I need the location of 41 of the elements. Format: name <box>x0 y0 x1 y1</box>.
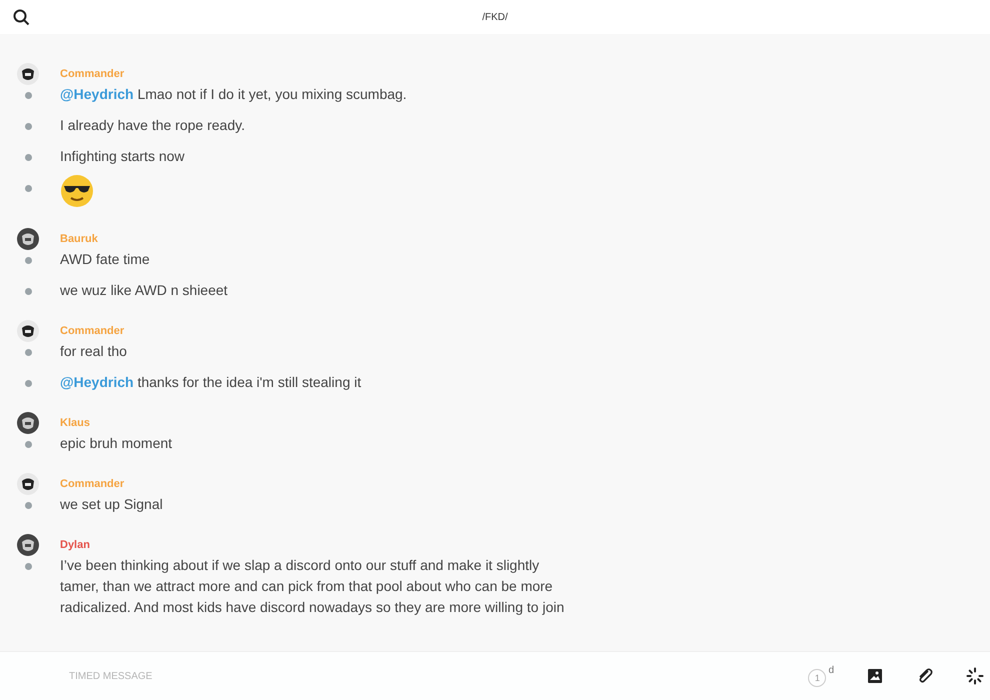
bullet-dot <box>25 154 32 161</box>
avatar-icon <box>17 473 39 495</box>
spinner-icon[interactable] <box>966 667 984 685</box>
message-text: AWD fate time <box>60 250 150 269</box>
avatar-icon <box>17 534 39 556</box>
timer-button[interactable]: 1 <box>808 669 826 687</box>
bullet-dot <box>25 502 32 509</box>
message-text: I already have the rope ready. <box>60 116 245 135</box>
bullet-dot <box>25 563 32 570</box>
bullet-dot <box>25 380 32 387</box>
avatar-icon <box>17 320 39 342</box>
message-text: @Heydrich thanks for the idea i'm still stealing it <box>60 373 362 392</box>
bullet-dot <box>25 288 32 295</box>
bullet-dot <box>25 92 32 99</box>
author-name: Dylan <box>60 539 90 551</box>
author-name: Commander <box>60 68 124 80</box>
author-name: Commander <box>60 478 124 490</box>
timer-unit: d <box>828 665 834 676</box>
avatar-icon <box>17 228 39 250</box>
avatar-icon <box>17 63 39 85</box>
author-name: Bauruk <box>60 233 98 245</box>
avatar-icon <box>17 412 39 434</box>
bullet-dot <box>25 441 32 448</box>
bullet-dot <box>25 123 32 130</box>
chat-title: /FKD/ <box>482 12 508 22</box>
message-text: epic bruh moment <box>60 434 172 453</box>
author-name: Commander <box>60 325 124 337</box>
search-icon[interactable] <box>13 8 30 26</box>
message-text: I’ve been thinking about if we slap a discord onto our stuff and make it slightly tamer, than we attract more and can pick from that pool about who can be more radicalized. And most kids have discord nowadays so they are more willing to join <box>60 556 566 617</box>
message-text: we set up Signal <box>60 495 163 514</box>
bullet-dot <box>25 349 32 356</box>
sunglasses-emoji-icon <box>60 174 94 208</box>
author-name: Klaus <box>60 417 90 429</box>
message-field[interactable]: TIMED MESSAGE <box>67 670 808 682</box>
bullet-dot <box>25 185 32 192</box>
image-icon[interactable] <box>866 667 884 685</box>
message-text: Infighting starts now <box>60 147 185 166</box>
bullet-dot <box>25 257 32 264</box>
message-text: for real tho <box>60 342 127 361</box>
message-text: @Heydrich Lmao not if I do it yet, you mixing scumbag. <box>60 85 407 104</box>
message-text: we wuz like AWD n shieeet <box>60 281 228 300</box>
